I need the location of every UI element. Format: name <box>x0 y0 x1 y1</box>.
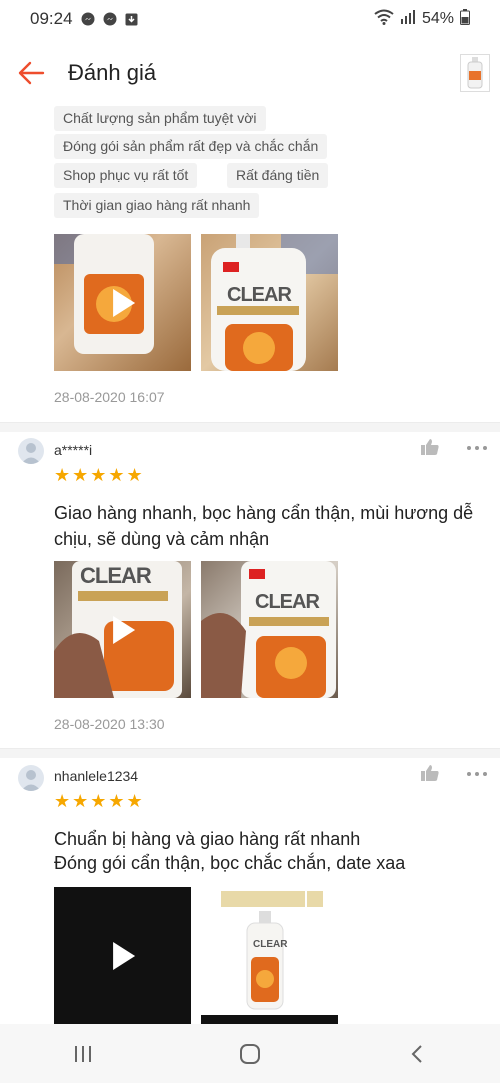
thumbs-up-icon <box>421 439 439 455</box>
star-rating: ★★★★★ <box>54 791 145 811</box>
tag-item[interactable]: Chất lượng sản phẩm tuyệt vời <box>54 106 266 131</box>
review-video[interactable] <box>54 234 191 371</box>
brand-label: CLEAR <box>255 591 320 613</box>
product-thumbnail[interactable] <box>460 54 490 92</box>
play-icon <box>112 941 135 970</box>
play-icon <box>112 615 135 644</box>
signal-icon <box>400 9 416 29</box>
reviewer-username[interactable]: a*****i <box>54 442 92 458</box>
page-title: Đánh giá <box>68 60 157 85</box>
more-options-button[interactable] <box>462 766 492 788</box>
play-icon <box>112 288 135 317</box>
thumbs-up-icon <box>421 765 439 781</box>
review-date: 28-08-2020 13:30 <box>54 716 165 732</box>
home-icon <box>239 1043 260 1064</box>
review-photo[interactable]: CLEAR <box>201 561 338 698</box>
status-bar: 09:24 54% <box>0 0 500 38</box>
back-button[interactable] <box>14 58 48 88</box>
review-date: 28-08-2020 16:07 <box>54 389 165 405</box>
chevron-left-icon <box>411 1044 422 1063</box>
more-dots-icon <box>467 772 487 776</box>
app-header: Đánh giá <box>0 38 500 108</box>
review-text: Giao hàng nhanh, bọc hàng cẩn thận, mùi … <box>54 503 474 549</box>
messenger-icon <box>103 12 117 26</box>
review-video[interactable] <box>54 887 191 1024</box>
product-photo <box>201 891 338 1024</box>
status-time: 09:24 <box>30 9 73 28</box>
like-button[interactable] <box>418 762 442 784</box>
review-photo[interactable]: CLEAR <box>201 887 338 1024</box>
more-dots-icon <box>467 446 487 450</box>
wifi-icon <box>374 9 394 30</box>
review-text-line: Chuẩn bị hàng và giao hàng rất nhanh <box>54 829 361 849</box>
recent-apps-icon <box>75 1045 92 1062</box>
tag-item[interactable]: Shop phục vụ rất tốt <box>54 163 198 188</box>
battery-icon <box>460 8 470 30</box>
arrow-left-icon <box>18 61 45 85</box>
tag-item[interactable]: Đóng gói sản phẩm rất đẹp và chắc chắn <box>54 134 328 159</box>
review-video[interactable]: CLEAR <box>54 561 191 698</box>
brand-label: CLEAR <box>227 284 292 306</box>
system-nav-bar <box>0 1024 500 1083</box>
divider <box>0 422 500 432</box>
divider <box>0 748 500 758</box>
avatar[interactable] <box>18 438 44 464</box>
brand-label: CLEAR <box>80 563 152 588</box>
product-photo <box>201 561 336 698</box>
tag-item[interactable]: Rất đáng tiền <box>227 163 329 188</box>
brand-label: CLEAR <box>253 939 288 950</box>
star-rating: ★★★★★ <box>54 465 145 485</box>
messenger-icon <box>81 12 95 26</box>
battery-percent: 54% <box>421 10 454 27</box>
recent-apps-button[interactable] <box>53 1034 113 1074</box>
tag-item[interactable]: Thời gian giao hàng rất nhanh <box>54 193 260 218</box>
download-icon <box>125 12 139 26</box>
more-options-button[interactable] <box>462 440 492 462</box>
avatar[interactable] <box>18 765 44 791</box>
review-text-line: Đóng gói cẩn thận, bọc chắc chắn, date x… <box>54 853 406 873</box>
review-photo[interactable]: CLEAR <box>201 234 338 371</box>
home-button[interactable] <box>220 1034 280 1074</box>
reviewer-username[interactable]: nhanlele1234 <box>54 768 138 784</box>
back-nav-button[interactable] <box>387 1034 447 1074</box>
like-button[interactable] <box>418 436 442 458</box>
